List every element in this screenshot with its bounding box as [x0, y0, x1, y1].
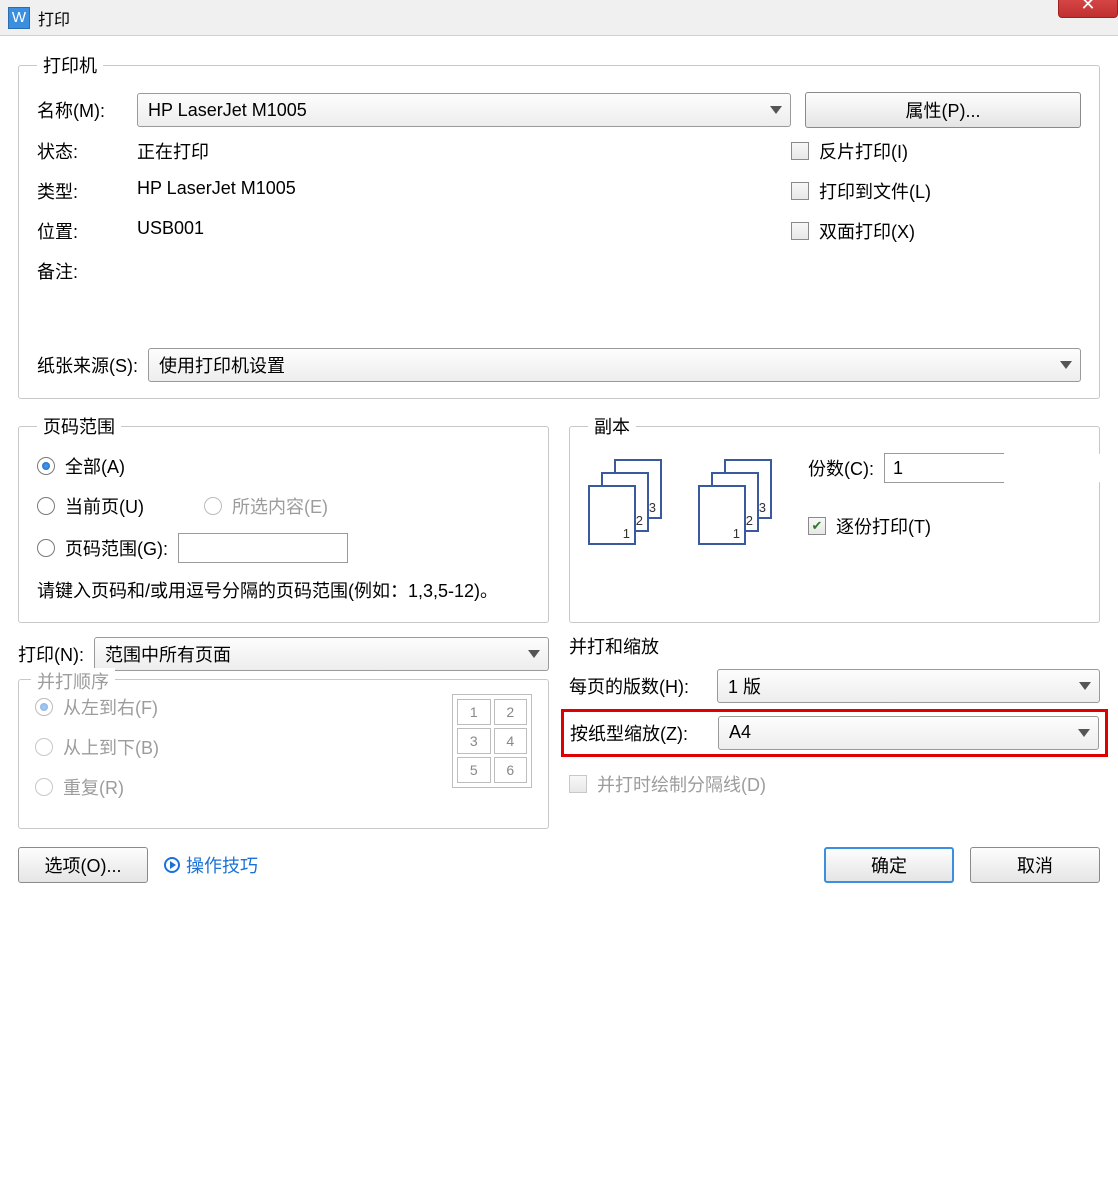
duplex-checkbox[interactable]: 双面打印(X) [791, 218, 1081, 244]
print-what-value: 范围中所有页面 [105, 641, 231, 667]
page-range-group: 页码范围 全部(A) 当前页(U) 所选内容(E) 页码范围(G): 请键入页码… [18, 413, 549, 623]
per-page-value: 1 版 [728, 673, 761, 699]
copies-count-label: 份数(C): [808, 455, 874, 481]
copies-group: 副本 3 2 1 3 2 1 份数(C): [569, 413, 1100, 623]
cancel-button[interactable]: 取消 [970, 847, 1100, 883]
tips-link[interactable]: 操作技巧 [164, 852, 258, 878]
printer-group: 打印机 名称(M): HP LaserJet M1005 属性(P)... 状态… [18, 52, 1100, 399]
page-range-hint: 请键入页码和/或用逗号分隔的页码范围(例如：1,3,5-12)。 [37, 577, 530, 606]
window-title: 打印 [38, 6, 70, 30]
paper-source-label: 纸张来源(S): [37, 352, 138, 378]
print-to-file-checkbox[interactable]: 打印到文件(L) [791, 178, 1081, 204]
range-all-radio[interactable]: 全部(A) [37, 453, 530, 479]
per-page-combo[interactable]: 1 版 [717, 669, 1100, 703]
print-order-group: 并打顺序 从左到右(F) 从上到下(B) 重复(R) 12 34 56 [18, 679, 549, 829]
print-what-label: 打印(N): [18, 641, 84, 667]
scale-combo[interactable]: A4 [718, 716, 1099, 750]
copies-title: 副本 [588, 413, 636, 439]
play-icon [164, 857, 180, 873]
per-page-label: 每页的版数(H): [569, 673, 707, 699]
location-label: 位置: [37, 218, 137, 244]
status-value: 正在打印 [137, 138, 209, 164]
printer-name-combo[interactable]: HP LaserJet M1005 [137, 93, 791, 127]
location-value: USB001 [137, 218, 204, 244]
radio-icon [37, 497, 55, 515]
chevron-down-icon [528, 650, 540, 658]
ok-button[interactable]: 确定 [824, 847, 954, 883]
chevron-down-icon [1078, 729, 1090, 737]
collate-checkbox[interactable]: 逐份打印(T) [808, 513, 1081, 539]
range-selection-radio: 所选内容(E) [204, 493, 328, 519]
remark-label: 备注: [37, 258, 137, 284]
scale-label: 按纸型缩放(Z): [570, 720, 708, 746]
checkbox-icon [791, 182, 809, 200]
properties-button[interactable]: 属性(P)... [805, 92, 1081, 128]
printer-name-label: 名称(M): [37, 97, 137, 123]
page-range-input[interactable] [178, 533, 348, 563]
order-preview: 12 34 56 [452, 694, 532, 788]
status-label: 状态: [37, 138, 137, 164]
page-range-title: 页码范围 [37, 413, 121, 439]
printer-group-title: 打印机 [37, 52, 103, 78]
checkbox-icon [808, 517, 826, 535]
chevron-down-icon [1060, 361, 1072, 369]
checkbox-icon [791, 222, 809, 240]
radio-icon [37, 457, 55, 475]
print-order-title: 并打顺序 [31, 668, 115, 694]
order-repeat-radio: 重复(R) [35, 774, 452, 800]
app-icon: W [8, 7, 30, 29]
titlebar: W 打印 ✕ [0, 0, 1118, 36]
layout-title: 并打和缩放 [569, 633, 1100, 659]
invert-print-checkbox[interactable]: 反片打印(I) [791, 138, 1081, 164]
paper-source-value: 使用打印机设置 [159, 352, 285, 378]
checkbox-icon [791, 142, 809, 160]
copies-input[interactable] [885, 454, 1118, 482]
chevron-down-icon [770, 106, 782, 114]
options-button[interactable]: 选项(O)... [18, 847, 148, 883]
radio-icon [204, 497, 222, 515]
order-ttb-radio: 从上到下(B) [35, 734, 452, 760]
order-ltr-radio: 从左到右(F) [35, 694, 452, 720]
scale-value: A4 [729, 722, 751, 743]
collate-diagram: 3 2 1 [588, 459, 678, 549]
close-button[interactable]: ✕ [1058, 0, 1118, 18]
scale-highlight: 按纸型缩放(Z): A4 [561, 709, 1108, 757]
radio-icon [37, 539, 55, 557]
type-value: HP LaserJet M1005 [137, 178, 296, 204]
chevron-down-icon [1079, 682, 1091, 690]
close-icon: ✕ [1080, 0, 1095, 15]
printer-name-value: HP LaserJet M1005 [148, 100, 307, 121]
radio-icon [35, 738, 53, 756]
paper-source-combo[interactable]: 使用打印机设置 [148, 348, 1081, 382]
range-current-radio[interactable]: 当前页(U) [37, 493, 144, 519]
type-label: 类型: [37, 178, 137, 204]
print-what-combo[interactable]: 范围中所有页面 [94, 637, 549, 671]
collate-diagram: 3 2 1 [698, 459, 788, 549]
checkbox-icon [569, 775, 587, 793]
radio-icon [35, 698, 53, 716]
range-pages-radio[interactable]: 页码范围(G): [37, 533, 530, 563]
copies-spinner[interactable]: ▲ ▼ [884, 453, 1004, 483]
divider-checkbox: 并打时绘制分隔线(D) [569, 771, 1100, 797]
radio-icon [35, 778, 53, 796]
